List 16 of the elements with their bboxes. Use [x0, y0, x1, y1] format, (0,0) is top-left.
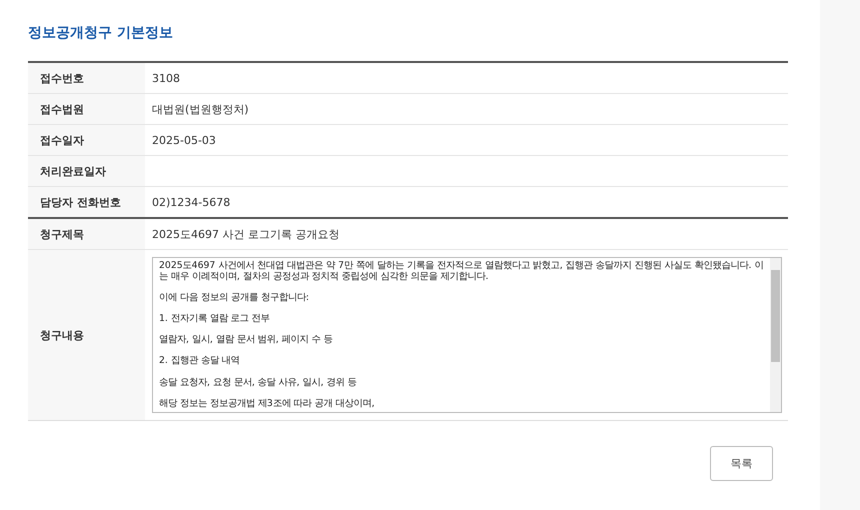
field-label: 담당자 전화번호	[28, 187, 145, 217]
scrollbar[interactable]	[770, 258, 781, 412]
field-value: 3108	[151, 70, 181, 86]
field-label: 접수법원	[28, 94, 145, 124]
field-value: 대법원(법원행정처)	[151, 102, 250, 118]
field-value: 2025-05-03	[151, 132, 217, 148]
field-label: 접수일자	[28, 125, 145, 155]
list-button[interactable]: 목록	[710, 446, 773, 481]
field-label: 처리완료일자	[28, 156, 145, 186]
page-title: 정보공개청구 기본정보	[28, 24, 174, 42]
field-label: 청구내용	[28, 250, 145, 420]
field-value: 02)1234-5678	[151, 194, 232, 210]
field-label: 청구제목	[28, 219, 145, 249]
field-label: 접수번호	[28, 63, 145, 93]
request-content-field[interactable]: 2025도4697 사건에서 천대엽 대법관은 약 7만 쪽에 달하는 기록을 전자적으로 열람했다고 밝혔고, 집행관 송달까지 진행된 사실도 확인됐습니다. 이는 매우 이례적이며, 절차의 공정성과 정치적 중립성에 심각한 의문을 제기합니다. 이에 다음 정보의 공개를 청구합니다: 1. 전자기록 열람 로그 전부 열람자, 일시, 열람 문서 범위, 페이지 수 등 2. 집행관 송달 내역 송달 요청자, 요청 문서, 송달 사유, 일시, 경위 등 해당 정보는 정보공개법 제3조에 따라 공개 대상이며,	[152, 257, 782, 413]
field-value: 2025도4697 사건 로그기록 공개요청	[151, 226, 340, 242]
